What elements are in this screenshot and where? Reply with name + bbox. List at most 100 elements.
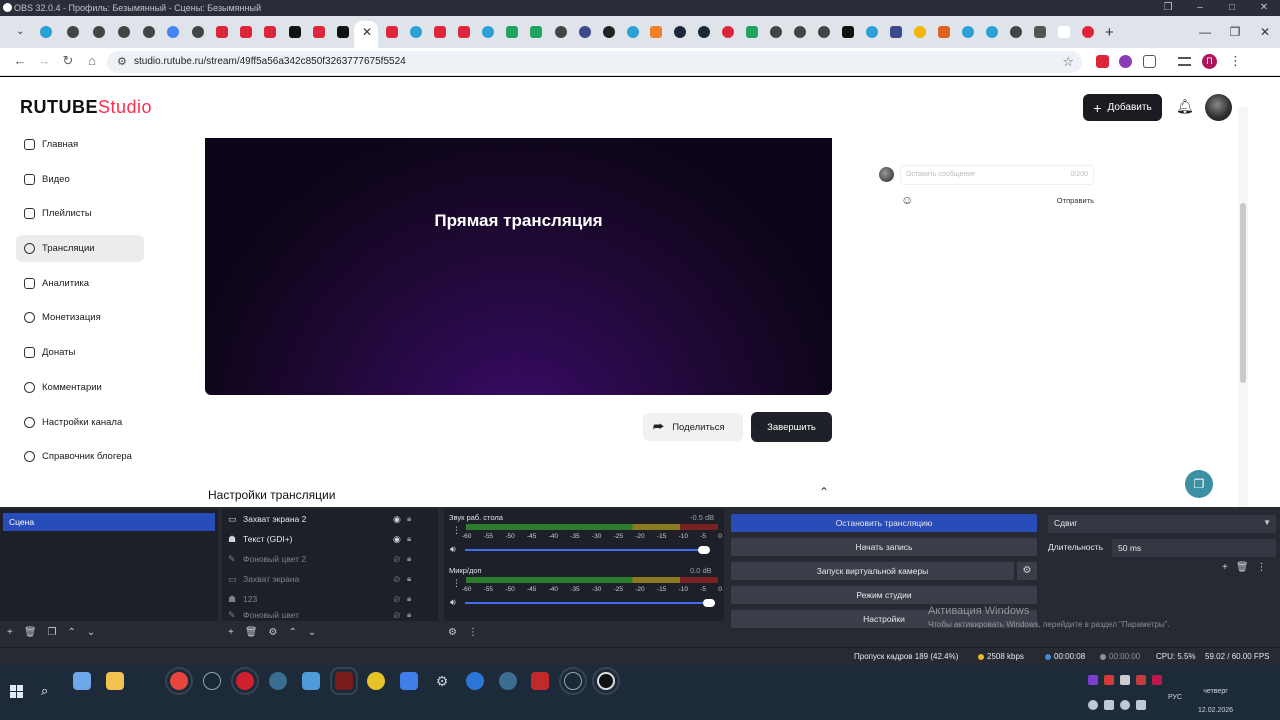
support-chat-icon[interactable]: ❐ xyxy=(1185,470,1213,498)
tab-favicon[interactable] xyxy=(93,26,105,38)
reading-list-icon[interactable] xyxy=(1178,57,1191,66)
taskbar-app-icon[interactable] xyxy=(269,672,287,690)
arrow-up-icon[interactable]: ⌃ xyxy=(68,627,76,638)
volume-tray-icon[interactable] xyxy=(1120,700,1130,710)
source-row[interactable]: ✎ Фоновый цвет 2 ⊘ 🔒︎ xyxy=(228,550,428,568)
sidebar-item-streams[interactable]: Трансляции xyxy=(16,235,144,263)
obs-minimize-icon[interactable]: – xyxy=(1184,0,1216,16)
eye-hidden-icon[interactable]: ⊘ xyxy=(393,554,407,565)
settings-gear-icon[interactable]: ⚙ xyxy=(433,672,451,690)
arrow-down-icon[interactable]: ⌄ xyxy=(87,627,95,638)
stream-settings-section[interactable]: Настройки трансляции ⌃ xyxy=(190,476,847,507)
source-row[interactable]: ▭ Захват экрана ⊘ 🔒︎ xyxy=(228,570,428,588)
speaker-icon[interactable]: 🔊︎ xyxy=(450,597,456,608)
tab-favicon[interactable] xyxy=(40,26,52,38)
tab-favicon[interactable] xyxy=(1010,26,1022,38)
tab-favicon[interactable] xyxy=(289,26,301,38)
lock-icon[interactable]: 🔒︎ xyxy=(407,534,411,544)
tray-app-icon[interactable] xyxy=(1136,675,1146,685)
sidebar-item-playlists[interactable]: Плейлисты xyxy=(16,200,144,227)
add-icon[interactable]: + xyxy=(7,627,13,638)
sidebar-item-donations[interactable]: Донаты xyxy=(16,339,144,366)
extension-icon[interactable] xyxy=(1119,55,1132,68)
tab-search-icon[interactable]: ⌄ xyxy=(16,26,28,38)
tab-favicon[interactable] xyxy=(167,26,179,38)
add-button[interactable]: + Добавить xyxy=(1083,94,1162,121)
tray-app-icon[interactable] xyxy=(1152,675,1162,685)
tab-favicon[interactable] xyxy=(842,26,854,38)
language-indicator[interactable]: РУС xyxy=(1168,694,1182,701)
gear-icon[interactable]: ⚙ xyxy=(269,627,278,638)
taskbar-app-icon[interactable] xyxy=(466,672,484,690)
source-row[interactable]: ▭ Захват экрана 2 ◉ 🔒︎ xyxy=(228,510,428,528)
network-tray-icon[interactable] xyxy=(1136,700,1146,710)
taskbar-app-icon[interactable] xyxy=(302,672,320,690)
tab-favicon[interactable] xyxy=(866,26,878,38)
taskbar-app-icon[interactable] xyxy=(367,672,385,690)
profile-avatar[interactable]: П xyxy=(1202,54,1217,69)
tab-favicon[interactable] xyxy=(650,26,662,38)
tab-favicon[interactable] xyxy=(818,26,830,38)
sidebar-item-channel-settings[interactable]: Настройки канала xyxy=(16,409,144,436)
tab-favicon[interactable] xyxy=(67,26,79,38)
scrollbar-thumb[interactable] xyxy=(1240,203,1246,383)
obs-maximize-icon[interactable]: □ xyxy=(1216,0,1248,16)
tab-favicon[interactable] xyxy=(216,26,228,38)
tab-favicon[interactable] xyxy=(603,26,615,38)
sidebar-item-home[interactable]: Главная xyxy=(16,131,144,158)
eye-hidden-icon[interactable]: ⊘ xyxy=(393,594,407,605)
sidebar-item-analytics[interactable]: Аналитика xyxy=(16,270,144,297)
trash-icon[interactable]: 🗑︎ xyxy=(1236,562,1249,573)
source-row[interactable]: ☗ 123 ⊘ 🔒︎ xyxy=(228,590,428,608)
new-tab-plus-icon[interactable]: + xyxy=(1105,24,1114,41)
home-icon[interactable]: ⌂ xyxy=(83,53,101,68)
sidebar-item-monetization[interactable]: Монетизация xyxy=(16,304,144,331)
lock-icon[interactable]: 🔒︎ xyxy=(407,574,411,584)
address-bar[interactable]: ⚙ studio.rutube.ru/stream/49ff5a56a342c8… xyxy=(107,51,1082,73)
mixer-track-menu-icon[interactable]: ⋮ xyxy=(452,578,461,589)
lock-icon[interactable]: 🔒︎ xyxy=(407,554,411,564)
page-scrollbar[interactable] xyxy=(1238,107,1248,507)
volume-slider[interactable] xyxy=(465,546,711,554)
finish-stream-button[interactable]: Завершить xyxy=(751,412,832,442)
user-avatar[interactable] xyxy=(1205,94,1232,121)
browser-close-icon[interactable]: ✕ xyxy=(1250,16,1280,48)
tab-favicon[interactable] xyxy=(627,26,639,38)
tab-favicon[interactable] xyxy=(794,26,806,38)
arrow-up-icon[interactable]: ⌃ xyxy=(289,627,297,638)
tab-favicon[interactable] xyxy=(674,26,686,38)
tab-favicon[interactable] xyxy=(1058,26,1070,38)
taskbar-app-icon[interactable] xyxy=(499,672,517,690)
volume-slider[interactable] xyxy=(465,599,715,607)
chrome-icon[interactable] xyxy=(165,667,193,695)
obs-close-icon[interactable]: ✕ xyxy=(1248,0,1280,16)
stop-stream-button[interactable]: Остановить трансляцию xyxy=(731,514,1037,532)
tab-favicon[interactable] xyxy=(770,26,782,38)
stream-preview-player[interactable]: Прямая трансляция xyxy=(205,138,832,395)
tray-app-icon[interactable] xyxy=(1120,675,1130,685)
transition-select[interactable]: ▼ xyxy=(1048,515,1276,533)
tray-app-icon[interactable] xyxy=(1088,700,1098,710)
taskbar-app-icon[interactable] xyxy=(330,667,358,695)
lock-icon[interactable]: 🔒︎ xyxy=(407,610,411,618)
extensions-puzzle-icon[interactable] xyxy=(1143,55,1156,68)
trash-icon[interactable]: 🗑︎ xyxy=(245,627,258,638)
tab-favicon[interactable] xyxy=(434,26,446,38)
filter-icon[interactable]: ❐ xyxy=(48,627,57,638)
tab-favicon[interactable] xyxy=(240,26,252,38)
search-icon[interactable]: ⌕ xyxy=(41,683,48,699)
tray-app-icon[interactable] xyxy=(1088,675,1098,685)
taskbar-app-icon[interactable] xyxy=(73,672,91,690)
tab-favicon[interactable] xyxy=(986,26,998,38)
add-icon[interactable]: + xyxy=(1222,562,1228,573)
arrow-down-icon[interactable]: ⌄ xyxy=(308,627,316,638)
virtual-camera-button[interactable]: Запуск виртуальной камеры xyxy=(731,562,1014,580)
tab-favicon[interactable] xyxy=(192,26,204,38)
browser-menu-icon[interactable]: ⋮ xyxy=(1229,53,1242,69)
tab-favicon[interactable] xyxy=(1082,26,1094,38)
tab-favicon[interactable] xyxy=(313,26,325,38)
virtual-camera-gear-icon[interactable]: ⚙ xyxy=(1017,562,1037,580)
site-info-icon[interactable]: ⚙ xyxy=(117,55,127,68)
mixer-menu-icon[interactable]: ⋮ xyxy=(468,627,478,638)
tab-close-icon[interactable]: ✕ xyxy=(362,25,372,39)
